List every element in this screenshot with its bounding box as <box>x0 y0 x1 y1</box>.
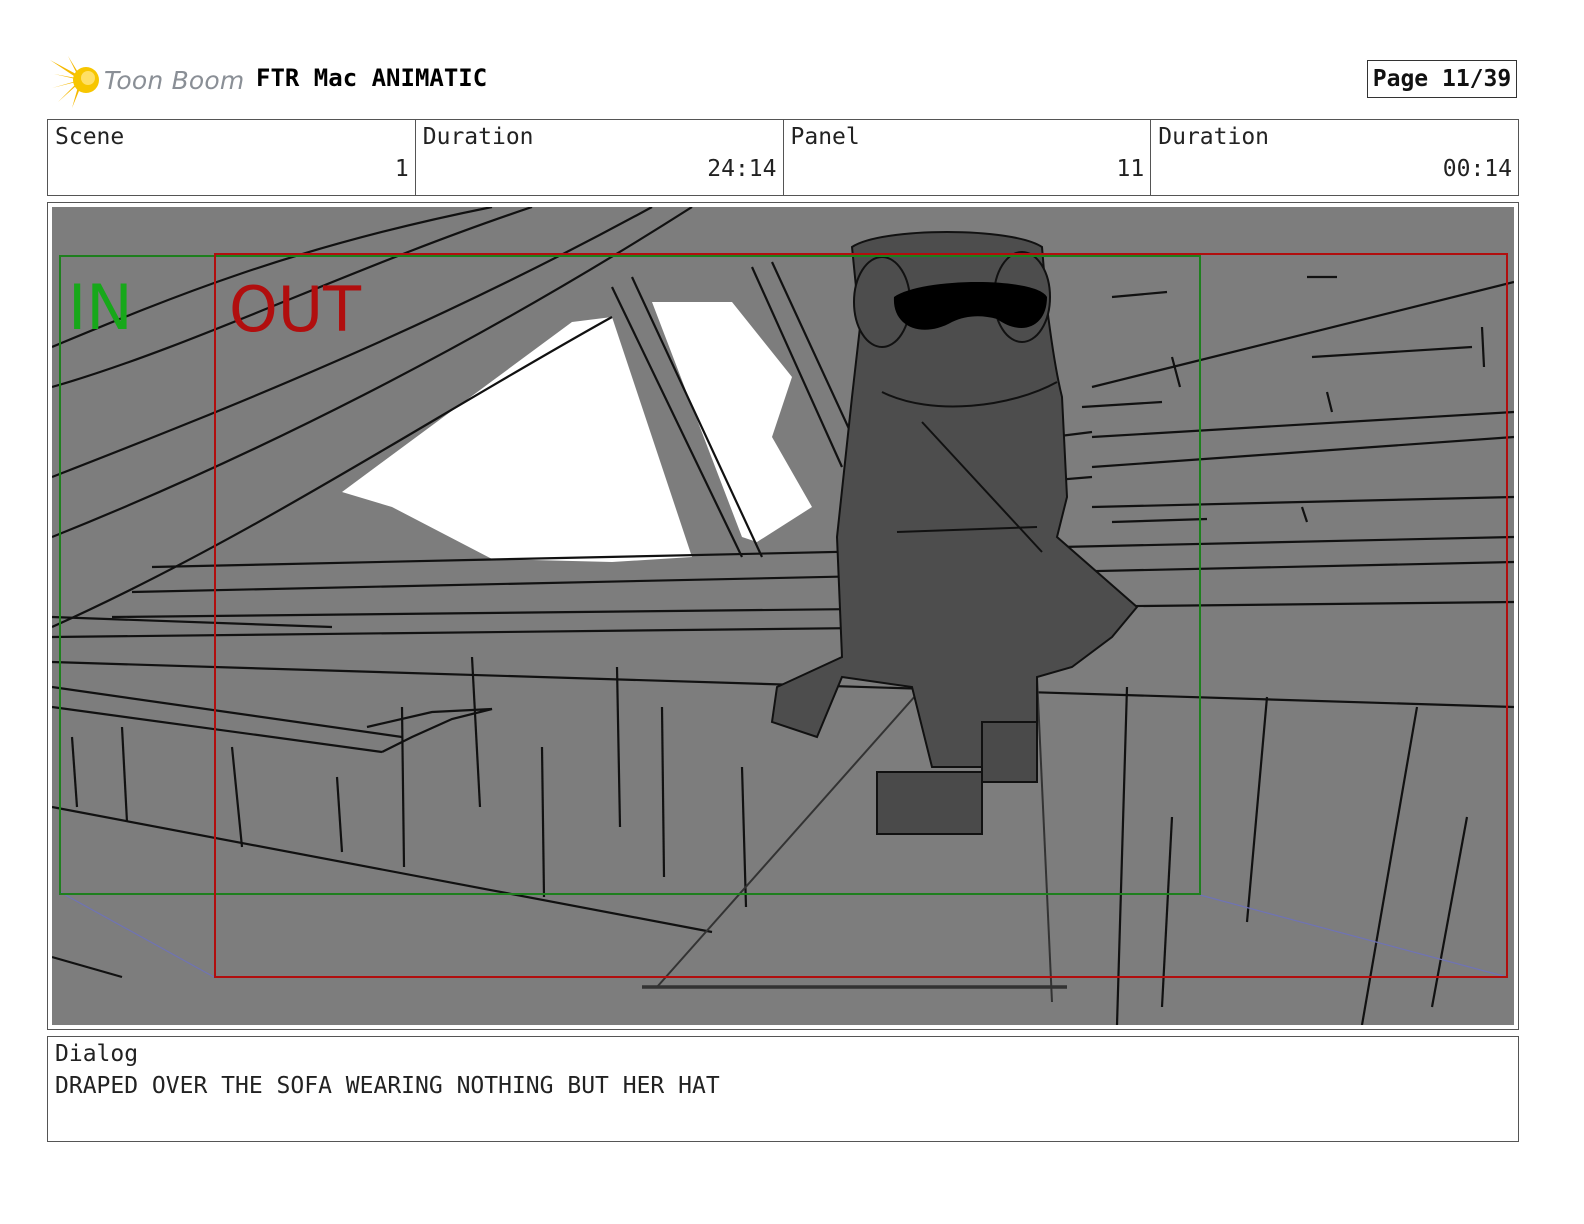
panel-value: 11 <box>1116 156 1145 182</box>
toon-boom-logo: Toon Boom <box>50 52 244 108</box>
scene-value: 1 <box>394 156 409 182</box>
project-title: FTR Mac ANIMATIC <box>256 64 488 92</box>
scene-label: Scene <box>55 124 125 150</box>
scene-duration-cell: Duration 24:14 <box>416 120 784 195</box>
dialog-box: Dialog DRAPED OVER THE SOFA WEARING NOTH… <box>47 1036 1519 1142</box>
panel-label: Panel <box>790 124 860 150</box>
scene-info-table: Scene 1 Duration 24:14 Panel 11 Duration… <box>47 119 1519 196</box>
scene-duration-value: 24:14 <box>707 156 777 182</box>
panel-cell: Panel 11 <box>784 120 1152 195</box>
in-frame-label: IN <box>68 271 133 344</box>
panel-duration-cell: Duration 00:14 <box>1151 120 1518 195</box>
panel-duration-value: 00:14 <box>1442 156 1512 182</box>
scene-duration-label: Duration <box>422 124 534 150</box>
storyboard-panel-image: IN OUT <box>52 207 1514 1025</box>
dialog-label: Dialog <box>55 1041 139 1067</box>
starburst-icon <box>50 56 99 108</box>
scene-cell: Scene 1 <box>48 120 416 195</box>
panel-duration-label: Duration <box>1158 124 1270 150</box>
page-indicator: Page 11/39 <box>1367 60 1517 98</box>
dialog-text: DRAPED OVER THE SOFA WEARING NOTHING BUT… <box>55 1073 720 1099</box>
brand-name: Toon Boom <box>104 66 245 95</box>
out-frame-label: OUT <box>229 273 362 346</box>
